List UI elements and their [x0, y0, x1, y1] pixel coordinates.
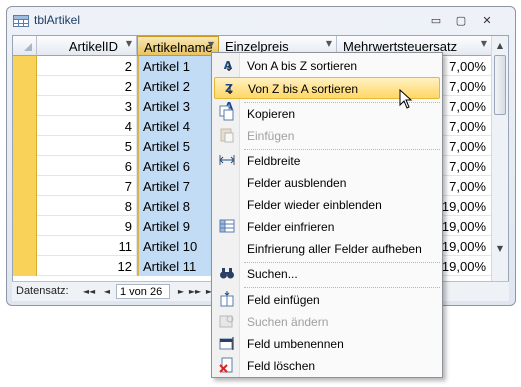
cell-artikelid[interactable]: 7 [37, 176, 137, 196]
chevron-down-icon[interactable]: ▼ [126, 39, 132, 48]
maximize-button[interactable]: ▢ [452, 14, 470, 29]
cell-artikelname[interactable]: Artikel 5 [137, 136, 219, 156]
chevron-down-icon[interactable]: ▼ [326, 39, 332, 48]
current-record-field[interactable]: 1 von 26 [116, 284, 170, 299]
menu-item-insert-field[interactable]: Feld einfügen [214, 289, 440, 311]
cell-artikelid[interactable]: 2 [37, 76, 137, 96]
select-all-corner[interactable] [13, 36, 37, 56]
column-header-label: Artikelname [144, 40, 213, 55]
menu-item-label: Einfrierung aller Felder aufheben [247, 242, 422, 256]
row-selector[interactable] [13, 196, 37, 216]
cell-artikelname[interactable]: Artikel 3 [137, 96, 219, 116]
menu-item-label: Feld umbenennen [247, 337, 344, 351]
menu-item-label: Einfügen [247, 129, 295, 143]
mouse-pointer-icon [399, 89, 413, 109]
column-header-artikelid[interactable]: ArtikelID ▼ [37, 36, 137, 56]
menu-item-unhide-fields[interactable]: Felder wieder einblenden [214, 194, 440, 216]
cell-artikelid[interactable]: 4 [37, 116, 137, 136]
cell-artikelid[interactable]: 9 [37, 216, 137, 236]
menu-item-delete-field[interactable]: Feld löschen [214, 355, 440, 377]
scroll-up-arrow-icon[interactable]: ▲ [492, 38, 508, 54]
menu-item-rename-field[interactable]: Feld umbenennen [214, 333, 440, 355]
menu-item-label: Felder wieder einblenden [247, 198, 382, 212]
cell-artikelname[interactable]: Artikel 9 [137, 216, 219, 236]
menu-item-sort-ascending[interactable]: AZ↓ Von A bis Z sortieren [214, 55, 440, 90]
title-bar[interactable]: tblArtikel ▭ ▢ ✕ [7, 7, 515, 35]
row-selector[interactable] [13, 256, 37, 276]
cell-artikelname[interactable]: Artikel 7 [137, 176, 219, 196]
row-selector[interactable] [13, 176, 37, 196]
column-width-icon [218, 152, 236, 170]
last-record-button[interactable]: ►► [188, 284, 202, 299]
menu-item-freeze-fields[interactable]: Felder einfrieren [214, 216, 440, 238]
freeze-fields-icon [218, 218, 236, 236]
menu-item-label: Von A bis Z sortieren [247, 59, 358, 73]
insert-field-icon [218, 291, 236, 309]
paste-icon [218, 127, 236, 145]
menu-item-unfreeze-all[interactable]: Einfrierung aller Felder aufheben [214, 238, 440, 260]
row-selector[interactable] [13, 56, 37, 76]
menu-item-label: Felder ausblenden [247, 176, 347, 190]
menu-item-label: Suchen... [247, 267, 298, 281]
row-selector[interactable] [13, 76, 37, 96]
cell-artikelid[interactable]: 3 [37, 96, 137, 116]
row-selector[interactable] [13, 96, 37, 116]
delete-field-icon [218, 357, 236, 375]
row-selector[interactable] [13, 136, 37, 156]
column-header-artikelname[interactable]: Artikelname ▼ [137, 36, 219, 56]
minimize-button[interactable]: ▭ [427, 14, 445, 29]
previous-record-button[interactable]: ◄ [100, 284, 114, 299]
chevron-down-icon[interactable]: ▼ [481, 39, 487, 48]
cell-artikelname[interactable]: Artikel 1 [137, 56, 219, 76]
row-selector[interactable] [13, 156, 37, 176]
cell-artikelid[interactable]: 6 [37, 156, 137, 176]
first-record-button[interactable]: ◄◄ [82, 284, 96, 299]
row-selector[interactable] [13, 236, 37, 256]
chevron-down-icon[interactable]: ▼ [208, 40, 214, 49]
menu-item-label: Von Z bis A sortieren [248, 82, 359, 96]
rename-field-icon [218, 335, 236, 353]
cell-artikelname[interactable]: Artikel 2 [137, 76, 219, 96]
cell-artikelid[interactable]: 11 [37, 236, 137, 256]
cell-artikelname[interactable]: Artikel 10 [137, 236, 219, 256]
record-label: Datensatz: [16, 285, 69, 297]
menu-item-hide-fields[interactable]: Felder ausblenden [214, 172, 440, 194]
lookup-icon [218, 313, 236, 331]
sort-descending-icon: ZA↓ [224, 82, 235, 113]
menu-item-paste: Einfügen [214, 125, 440, 147]
scroll-down-arrow-icon[interactable]: ▼ [492, 241, 508, 257]
cell-artikelid[interactable]: 8 [37, 196, 137, 216]
cell-artikelid[interactable]: 2 [37, 56, 137, 76]
row-selector[interactable] [13, 116, 37, 136]
sort-ascending-icon: AZ↓ [223, 59, 234, 90]
cell-artikelid[interactable]: 12 [37, 256, 137, 276]
menu-item-label: Kopieren [247, 107, 296, 121]
copy-icon [218, 105, 236, 123]
menu-item-find[interactable]: Suchen... [214, 263, 440, 285]
table-icon [13, 15, 29, 27]
cell-artikelname[interactable]: Artikel 6 [137, 156, 219, 176]
menu-item-column-width[interactable]: Feldbreite [214, 150, 440, 172]
cell-artikelname[interactable]: Artikel 8 [137, 196, 219, 216]
menu-item-label: Suchen ändern [247, 315, 329, 329]
binoculars-icon [218, 265, 236, 283]
close-button[interactable]: ✕ [478, 14, 496, 29]
menu-item-label: Felder einfrieren [247, 220, 335, 234]
menu-item-label: Feldbreite [247, 154, 301, 168]
next-record-button[interactable]: ► [174, 284, 188, 299]
row-selector[interactable] [13, 216, 37, 236]
scrollbar-thumb[interactable] [494, 55, 506, 115]
column-header-label: ArtikelID [68, 39, 118, 54]
menu-separator [244, 287, 440, 288]
window-title: tblArtikel [34, 13, 81, 27]
cell-artikelname[interactable]: Artikel 11 [137, 256, 219, 276]
cell-artikelid[interactable]: 5 [37, 136, 137, 156]
cell-artikelname[interactable]: Artikel 4 [137, 116, 219, 136]
menu-item-label: Feld einfügen [247, 293, 320, 307]
menu-item-label: Feld löschen [247, 359, 316, 373]
vertical-scrollbar[interactable]: ▲ ▼ [491, 36, 508, 281]
menu-item-lookup: Suchen ändern [214, 311, 440, 333]
